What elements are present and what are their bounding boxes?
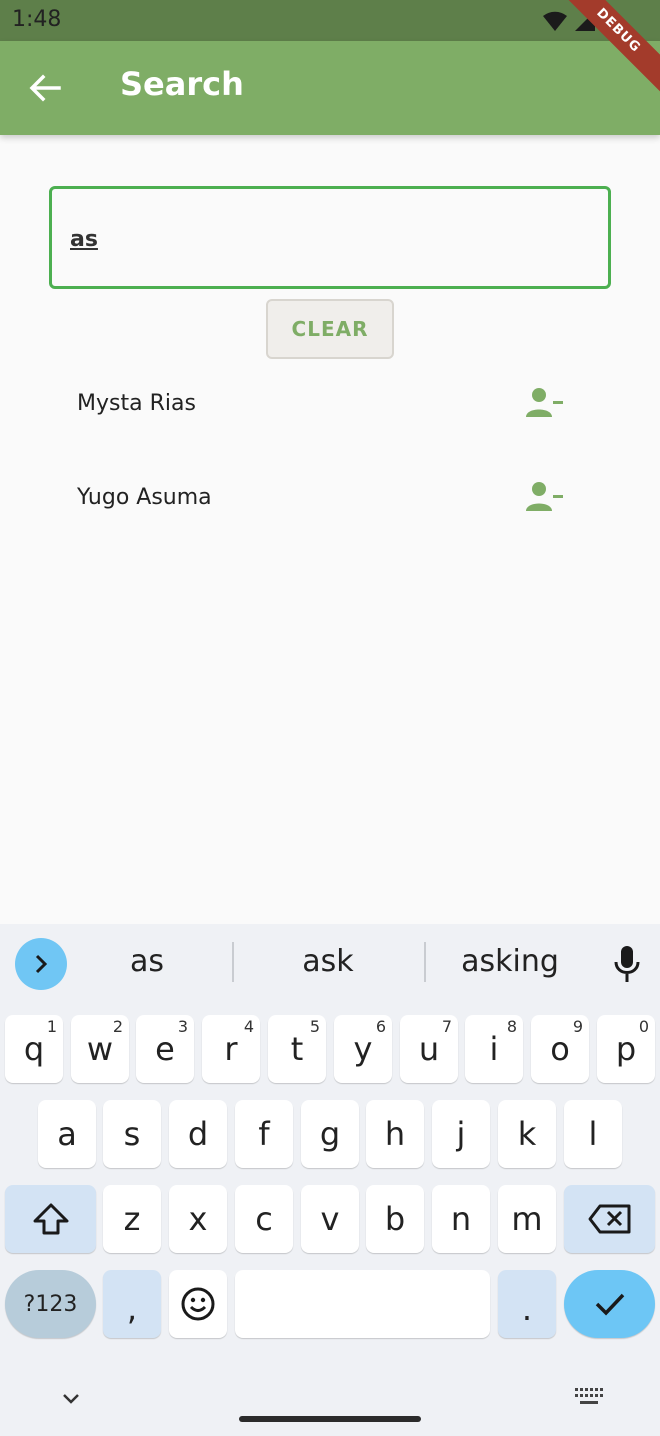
wifi-icon [543, 11, 567, 32]
status-time: 1:48 [12, 7, 62, 32]
divider [232, 942, 234, 982]
key-w[interactable]: w2 [71, 1015, 129, 1083]
enter-key[interactable] [564, 1270, 655, 1338]
chevron-down-icon[interactable] [58, 1388, 84, 1408]
search-input[interactable] [70, 221, 570, 257]
key-f[interactable]: f [235, 1100, 293, 1168]
key-e[interactable]: e3 [136, 1015, 194, 1083]
person-remove-icon[interactable] [525, 387, 565, 419]
period-key[interactable]: . [498, 1270, 556, 1338]
checkmark-icon [595, 1293, 624, 1316]
status-bar: 1:48 [0, 0, 660, 41]
key-d[interactable]: d [169, 1100, 227, 1168]
person-remove-icon[interactable] [525, 481, 565, 513]
key-u[interactable]: u7 [400, 1015, 458, 1083]
key-s[interactable]: s [103, 1100, 161, 1168]
key-x[interactable]: x [169, 1185, 227, 1253]
key-p[interactable]: p0 [597, 1015, 655, 1083]
result-name: Yugo Asuma [77, 485, 212, 510]
result-name: Mysta Rias [77, 391, 196, 416]
back-button[interactable] [22, 67, 68, 109]
key-i[interactable]: i8 [465, 1015, 523, 1083]
key-z[interactable]: z [103, 1185, 161, 1253]
key-v[interactable]: v [301, 1185, 359, 1253]
search-field[interactable] [49, 186, 611, 289]
comma-key[interactable]: , [103, 1270, 161, 1338]
key-a[interactable]: a [38, 1100, 96, 1168]
clear-button[interactable]: CLEAR [266, 299, 394, 359]
backspace-icon [588, 1204, 630, 1234]
page-title: Search [120, 65, 244, 103]
key-h[interactable]: h [366, 1100, 424, 1168]
divider [424, 942, 426, 982]
key-o[interactable]: o9 [531, 1015, 589, 1083]
key-j[interactable]: j [432, 1100, 490, 1168]
app-bar: Search [0, 41, 660, 135]
keyboard-icon[interactable] [574, 1386, 604, 1408]
key-b[interactable]: b [366, 1185, 424, 1253]
key-r[interactable]: r4 [202, 1015, 260, 1083]
key-l[interactable]: l [564, 1100, 622, 1168]
backspace-key[interactable] [564, 1185, 655, 1253]
arrow-left-icon [29, 74, 61, 102]
list-item[interactable]: Mysta Rias [0, 369, 660, 463]
shift-icon [33, 1203, 68, 1235]
key-y[interactable]: y6 [334, 1015, 392, 1083]
soft-keyboard: as ask asking q1 w2 e3 r4 t5 y6 u7 i8 o9… [0, 924, 660, 1436]
key-c[interactable]: c [235, 1185, 293, 1253]
symbols-key[interactable]: ?123 [5, 1270, 96, 1338]
suggestion-asking[interactable]: asking [450, 944, 570, 979]
suggestion-ask[interactable]: ask [268, 944, 388, 979]
home-gesture-bar[interactable] [239, 1416, 421, 1422]
emoji-key[interactable] [169, 1270, 227, 1338]
suggestion-as[interactable]: as [100, 944, 194, 979]
key-g[interactable]: g [301, 1100, 359, 1168]
chevron-right-icon [35, 954, 48, 974]
list-item[interactable]: Yugo Asuma [0, 463, 660, 557]
suggestion-strip: as ask asking [0, 924, 660, 1006]
shift-key[interactable] [5, 1185, 96, 1253]
key-m[interactable]: m [498, 1185, 556, 1253]
microphone-icon[interactable] [612, 944, 642, 984]
key-q[interactable]: q1 [5, 1015, 63, 1083]
emoji-icon [181, 1287, 215, 1321]
space-key[interactable] [235, 1270, 490, 1338]
key-n[interactable]: n [432, 1185, 490, 1253]
navigation-bar [0, 1364, 660, 1436]
key-t[interactable]: t5 [268, 1015, 326, 1083]
expand-toolbar-button[interactable] [15, 938, 67, 990]
key-k[interactable]: k [498, 1100, 556, 1168]
